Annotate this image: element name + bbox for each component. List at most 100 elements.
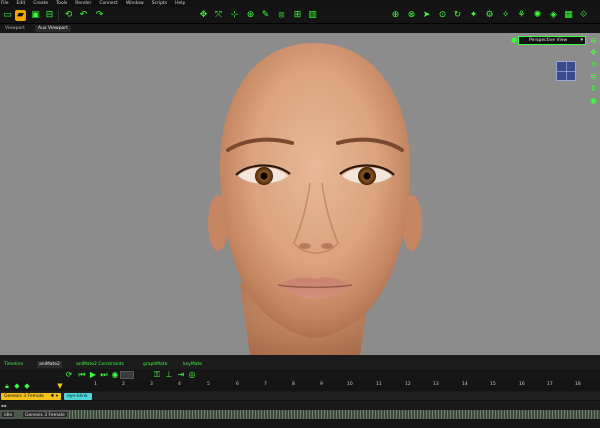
- tick-label: 5: [207, 382, 210, 387]
- clip-label: eye-blink: [67, 394, 88, 399]
- tab-keymate[interactable]: keyMate: [181, 361, 204, 368]
- render-icon[interactable]: ◈: [548, 10, 559, 21]
- menu-edit[interactable]: Edit: [17, 0, 26, 7]
- morph-icon[interactable]: ⦻: [276, 10, 287, 21]
- open-folder-icon[interactable]: ▰: [15, 10, 26, 21]
- lock-icon[interactable]: 🔒︎: [2, 381, 12, 391]
- track-row-footer: [0, 419, 600, 428]
- menu-bar: File Edit Create Tools Render Connect Wi…: [0, 0, 600, 7]
- nav-left-icon[interactable]: ◆: [12, 381, 22, 391]
- settings-icon[interactable]: ⟐: [578, 10, 589, 21]
- morph-brush-icon[interactable]: ✧: [500, 10, 511, 21]
- loop-icon[interactable]: ⟳: [64, 370, 74, 380]
- zoom-icon[interactable]: ⊕: [589, 72, 598, 81]
- play-icon[interactable]: ▶: [88, 370, 98, 380]
- figure-track-pill[interactable]: Genesis 3 Female ✱ ▾: [1, 393, 61, 400]
- tab-animate2[interactable]: aniMate2: [37, 361, 62, 368]
- frame-input[interactable]: [120, 371, 134, 379]
- chevron-down-icon: ▾: [580, 37, 583, 43]
- tick-label: 11: [376, 382, 382, 387]
- rendered-figure-head: [208, 43, 422, 355]
- menu-scripts[interactable]: Scripts: [152, 0, 167, 7]
- target-key-icon[interactable]: ◎: [187, 370, 197, 380]
- tick-label: 12: [405, 382, 411, 387]
- frame-icon[interactable]: ◉: [589, 96, 598, 105]
- skip-end-icon[interactable]: ⏭: [99, 370, 109, 380]
- node-icon[interactable]: ⚘: [516, 10, 527, 21]
- select-icon[interactable]: ➤: [421, 10, 432, 21]
- left-nostril: [299, 243, 311, 249]
- viewport-tab-bar: Viewport Aux Viewport: [0, 24, 600, 33]
- key-remove-icon[interactable]: ⊥: [164, 370, 174, 380]
- nav-right-icon[interactable]: ◆: [22, 381, 32, 391]
- tick-label: 15: [490, 382, 496, 387]
- rotate-view-icon[interactable]: ↻: [452, 10, 463, 21]
- menu-tools[interactable]: Tools: [56, 0, 67, 7]
- tick-label: 10: [347, 382, 353, 387]
- tick-label: 14: [462, 382, 468, 387]
- undo-icon[interactable]: ↶: [78, 10, 89, 21]
- orbit-icon[interactable]: ⟲: [589, 60, 598, 69]
- scale-icon[interactable]: ⊹: [229, 10, 240, 21]
- tick-label: 8: [292, 382, 295, 387]
- menu-render[interactable]: Render: [75, 0, 91, 7]
- camera-icon[interactable]: ⊕: [390, 10, 401, 21]
- tick-label: 4: [178, 382, 181, 387]
- tab-animate2-constraints[interactable]: aniMate2 Constraints: [74, 361, 126, 368]
- move-icon[interactable]: ✥: [198, 10, 209, 21]
- tick-label: 6: [236, 382, 239, 387]
- menu-create[interactable]: Create: [33, 0, 48, 7]
- joint-icon[interactable]: ⊛: [245, 10, 256, 21]
- dolly-icon[interactable]: ⇕: [589, 84, 598, 93]
- tab-timeline[interactable]: Timeline: [2, 361, 25, 368]
- export-icon[interactable]: ▦: [563, 10, 574, 21]
- menu-help[interactable]: Help: [175, 0, 185, 7]
- menu-window[interactable]: Window: [126, 0, 144, 7]
- tick-label: 7: [264, 382, 267, 387]
- tick-label: 9: [320, 382, 323, 387]
- track-row-marker: ▪▪: [1, 403, 7, 408]
- refresh-icon[interactable]: ⟲: [63, 10, 74, 21]
- import-icon[interactable]: ⊟: [44, 10, 55, 21]
- playhead-marker[interactable]: ▼: [55, 381, 65, 391]
- paint-icon[interactable]: ✎: [260, 10, 271, 21]
- track-row-keys[interactable]: idle Genesis 3 Female: [0, 410, 600, 419]
- camera-status-icon[interactable]: ●: [511, 37, 518, 44]
- tab-aux-viewport[interactable]: Aux Viewport: [35, 25, 71, 32]
- pan-icon[interactable]: ✥: [589, 48, 598, 57]
- rotate-icon[interactable]: ⤧: [213, 10, 224, 21]
- track-row-empty[interactable]: ▪▪: [0, 402, 600, 410]
- clip-eye-blink[interactable]: eye-blink: [64, 393, 92, 400]
- skip-start-icon[interactable]: ⏮: [77, 370, 87, 380]
- camera-selector[interactable]: Perspective View ▾: [518, 36, 586, 45]
- panel-icon[interactable]: ▥: [307, 10, 318, 21]
- key-add-icon[interactable]: ⚿: [152, 370, 162, 380]
- menu-file[interactable]: File: [1, 0, 9, 7]
- bone-icon[interactable]: ⚙: [484, 10, 495, 21]
- 3d-viewport[interactable]: ● Perspective View ▾ ⊖ ✥ ⟲ ⊕ ⇕ ◉: [0, 33, 600, 355]
- row-label-b: Genesis 3 Female: [22, 411, 68, 418]
- menu-connect[interactable]: Connect: [99, 0, 118, 7]
- pose-icon[interactable]: ⊙: [437, 10, 448, 21]
- navigation-cube[interactable]: [556, 61, 576, 81]
- tab-graphmate[interactable]: graphMate: [141, 361, 169, 368]
- tick-label: 17: [547, 382, 553, 387]
- figure-icon[interactable]: ✦: [468, 10, 479, 21]
- new-icon[interactable]: ▭: [2, 10, 13, 21]
- main-toolbar: ▭ ▰ ▣ ⊟ ⟲ ↶ ↷ ✥ ⤧ ⊹ ⊛ ✎ ⦻ ⊞ ▥ ⊕ ⊗ ➤ ⊙ ↻ …: [0, 7, 600, 24]
- key-next-icon[interactable]: ⇥: [176, 370, 186, 380]
- grid-icon[interactable]: ⊞: [292, 10, 303, 21]
- light-icon[interactable]: ✺: [532, 10, 543, 21]
- redo-icon[interactable]: ↷: [94, 10, 105, 21]
- track-options-icon[interactable]: ✱ ▾: [51, 393, 58, 400]
- keyframe-strip[interactable]: [66, 410, 600, 419]
- track-row-figure[interactable]: Genesis 3 Female ✱ ▾ eye-blink: [0, 392, 600, 401]
- tab-viewport[interactable]: Viewport: [2, 25, 28, 32]
- save-icon[interactable]: ▣: [30, 10, 41, 21]
- record-icon[interactable]: ◉: [110, 370, 120, 380]
- target-icon[interactable]: ⊗: [406, 10, 417, 21]
- tick-label: 13: [433, 382, 439, 387]
- toolbar-separator: [58, 10, 59, 21]
- frame-ruler[interactable]: 🔒︎ ◆ ◆ ▼ 1 2 3 4 5 6 7 8 9 10 11 12 13 1…: [0, 381, 600, 391]
- viewport-close-icon[interactable]: ⊖: [589, 36, 598, 45]
